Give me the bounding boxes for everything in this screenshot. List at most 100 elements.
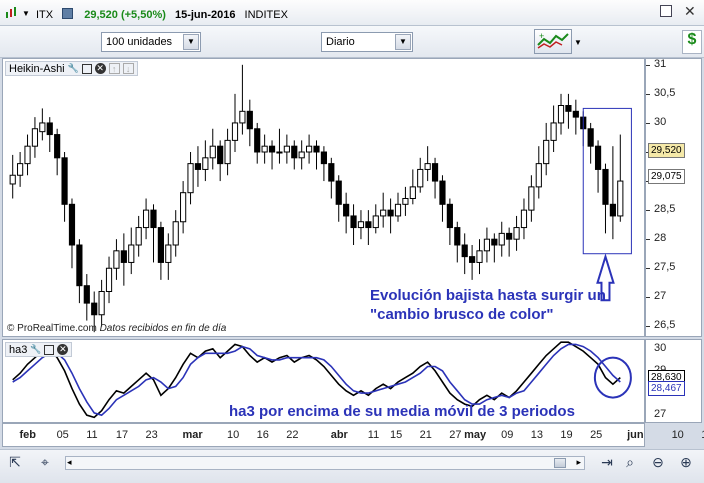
chevron-down-icon[interactable]: ▼ [395, 34, 411, 50]
ha3-axis[interactable]: 3029282728,63028,467 [645, 339, 702, 423]
candle-bull [402, 198, 409, 205]
candle-bear [328, 163, 335, 182]
scroll-end-icon[interactable]: ⇥ [598, 453, 616, 471]
candle-bull [298, 151, 305, 159]
candle-bull [543, 139, 550, 165]
last-price-label: 29,520 [648, 142, 685, 158]
candle-bear [491, 238, 498, 246]
candle-bear [454, 227, 461, 246]
chevron-down-icon[interactable]: ▼ [183, 34, 199, 50]
window-icon[interactable] [44, 344, 55, 355]
close-icon[interactable]: ✕ [57, 344, 69, 355]
time-tick-label: 21 [419, 429, 432, 441]
scroll-right-icon[interactable]: ▸ [576, 457, 581, 468]
candle-bull [283, 145, 290, 153]
price-tick-label: 28,5 [654, 203, 676, 216]
candle-bear [246, 110, 253, 130]
candle-bull [513, 227, 520, 240]
candle-bull [372, 215, 379, 229]
chevron-down-icon[interactable]: ▼ [22, 9, 30, 18]
candle-bear [268, 145, 276, 153]
ha3-tick-label: 27 [654, 408, 667, 421]
period-select[interactable]: Diario ▼ [321, 32, 413, 52]
candle-bull [209, 145, 216, 159]
zoom-out-icon[interactable]: ⊖ [649, 453, 667, 471]
time-tick-label: mar [182, 429, 203, 441]
price-tick-mark [646, 326, 650, 328]
candle-bull [113, 250, 120, 269]
candle-bear [343, 203, 350, 217]
candle-bull [394, 203, 402, 217]
candle-bear [350, 215, 357, 229]
candle-bull [498, 232, 505, 246]
candle-bear [469, 256, 476, 263]
time-tick-label: 11 [86, 429, 98, 441]
close-icon[interactable]: ✕ [94, 63, 106, 74]
move-up-icon[interactable]: ↑ [108, 63, 120, 74]
annotation-ha3: ha3 por encima de su media móvil de 3 pe… [229, 403, 575, 420]
chart-icon[interactable] [5, 6, 19, 23]
scroll-thumb[interactable] [554, 458, 566, 468]
time-tick-label: 10 [226, 429, 240, 441]
scroll-left-icon[interactable]: ◂ [67, 457, 72, 468]
candle-bear [313, 145, 320, 153]
price-panel: Heikin-Ashi 🔧 ✕ ↑ ↓ © ProRealTime.com Da… [2, 58, 645, 337]
svg-text:+: + [539, 31, 544, 41]
candle-bear [506, 232, 513, 240]
zoom-fit-icon[interactable]: ⌕ [621, 453, 639, 471]
edit-icon[interactable] [62, 8, 74, 19]
copyright-data-note: Datos recibidos en fin de día [99, 323, 227, 334]
candle-bull [105, 267, 113, 292]
units-select-value: 100 unidades [106, 36, 173, 48]
candle-bull [202, 157, 209, 170]
chevron-down-icon[interactable]: ▼ [574, 38, 582, 47]
zoom-in-icon[interactable]: ⊕ [677, 453, 695, 471]
candle-bull [239, 110, 246, 124]
candle-bear [439, 180, 446, 205]
time-tick-label: 27 [449, 429, 462, 441]
dollar-icon[interactable]: $ [682, 30, 702, 54]
cursor-icon[interactable]: ⌖ [36, 453, 54, 471]
price-axis[interactable]: 3130,53029,52928,52827,52726,529,52029,0… [645, 58, 702, 337]
candle-bear [254, 128, 261, 153]
copyright-note: © ProRealTime.com Datos recibidos en fin… [7, 323, 226, 334]
price-tick-label: 30 [654, 115, 667, 128]
close-icon[interactable]: ✕ [684, 3, 696, 20]
price-tick-label: 26,5 [654, 319, 676, 332]
time-axis[interactable]: feb 05 11 17 23 mar 10 16 22 abr 11 15 21 27 may 09 13 19… [2, 423, 704, 447]
annotation-bearish-line1: Evolución bajista hasta surgir un [370, 287, 606, 304]
candle-bull [417, 168, 424, 188]
price-tick-label: 31 [654, 57, 667, 70]
candle-bull [424, 163, 431, 170]
wrench-icon[interactable]: 🔧 [30, 344, 41, 355]
symbol-label: ITX [36, 9, 54, 21]
horizontal-scrollbar[interactable]: ◂ ▸ [65, 456, 585, 470]
candle-bear [446, 203, 453, 229]
candle-bear [594, 145, 602, 170]
scale-icon[interactable]: ⇱ [6, 453, 24, 471]
candle-bear [157, 227, 164, 263]
candle-bull [17, 163, 24, 176]
candle-bull [135, 227, 142, 246]
price-tick-label: 27 [654, 290, 667, 303]
time-tick-label: 22 [286, 429, 299, 441]
candle-bull [224, 139, 231, 165]
move-down-icon[interactable]: ↓ [122, 63, 134, 74]
window-icon[interactable] [81, 63, 92, 74]
candle-bull [9, 174, 16, 185]
candle-bear [61, 157, 68, 205]
wrench-icon[interactable]: 🔧 [68, 63, 79, 74]
instrument-name: INDITEX [244, 9, 288, 21]
time-tick-label: 25 [590, 429, 603, 441]
app-window: ▼ ITX 29,520 (+5,50%) 15-jun-2016 INDITE… [0, 0, 704, 483]
candle-bull [528, 186, 535, 211]
panel-header-main: Heikin-Ashi 🔧 ✕ ↑ ↓ [5, 61, 138, 76]
candle-bull [261, 145, 268, 153]
time-tick-label: 09 [501, 429, 514, 441]
candle-bear [387, 209, 394, 217]
indicators-button[interactable]: + [534, 29, 572, 54]
units-select[interactable]: 100 unidades ▼ [101, 32, 201, 52]
maximize-icon[interactable] [660, 5, 672, 17]
candle-bear [76, 244, 83, 287]
candle-bear [587, 128, 594, 147]
